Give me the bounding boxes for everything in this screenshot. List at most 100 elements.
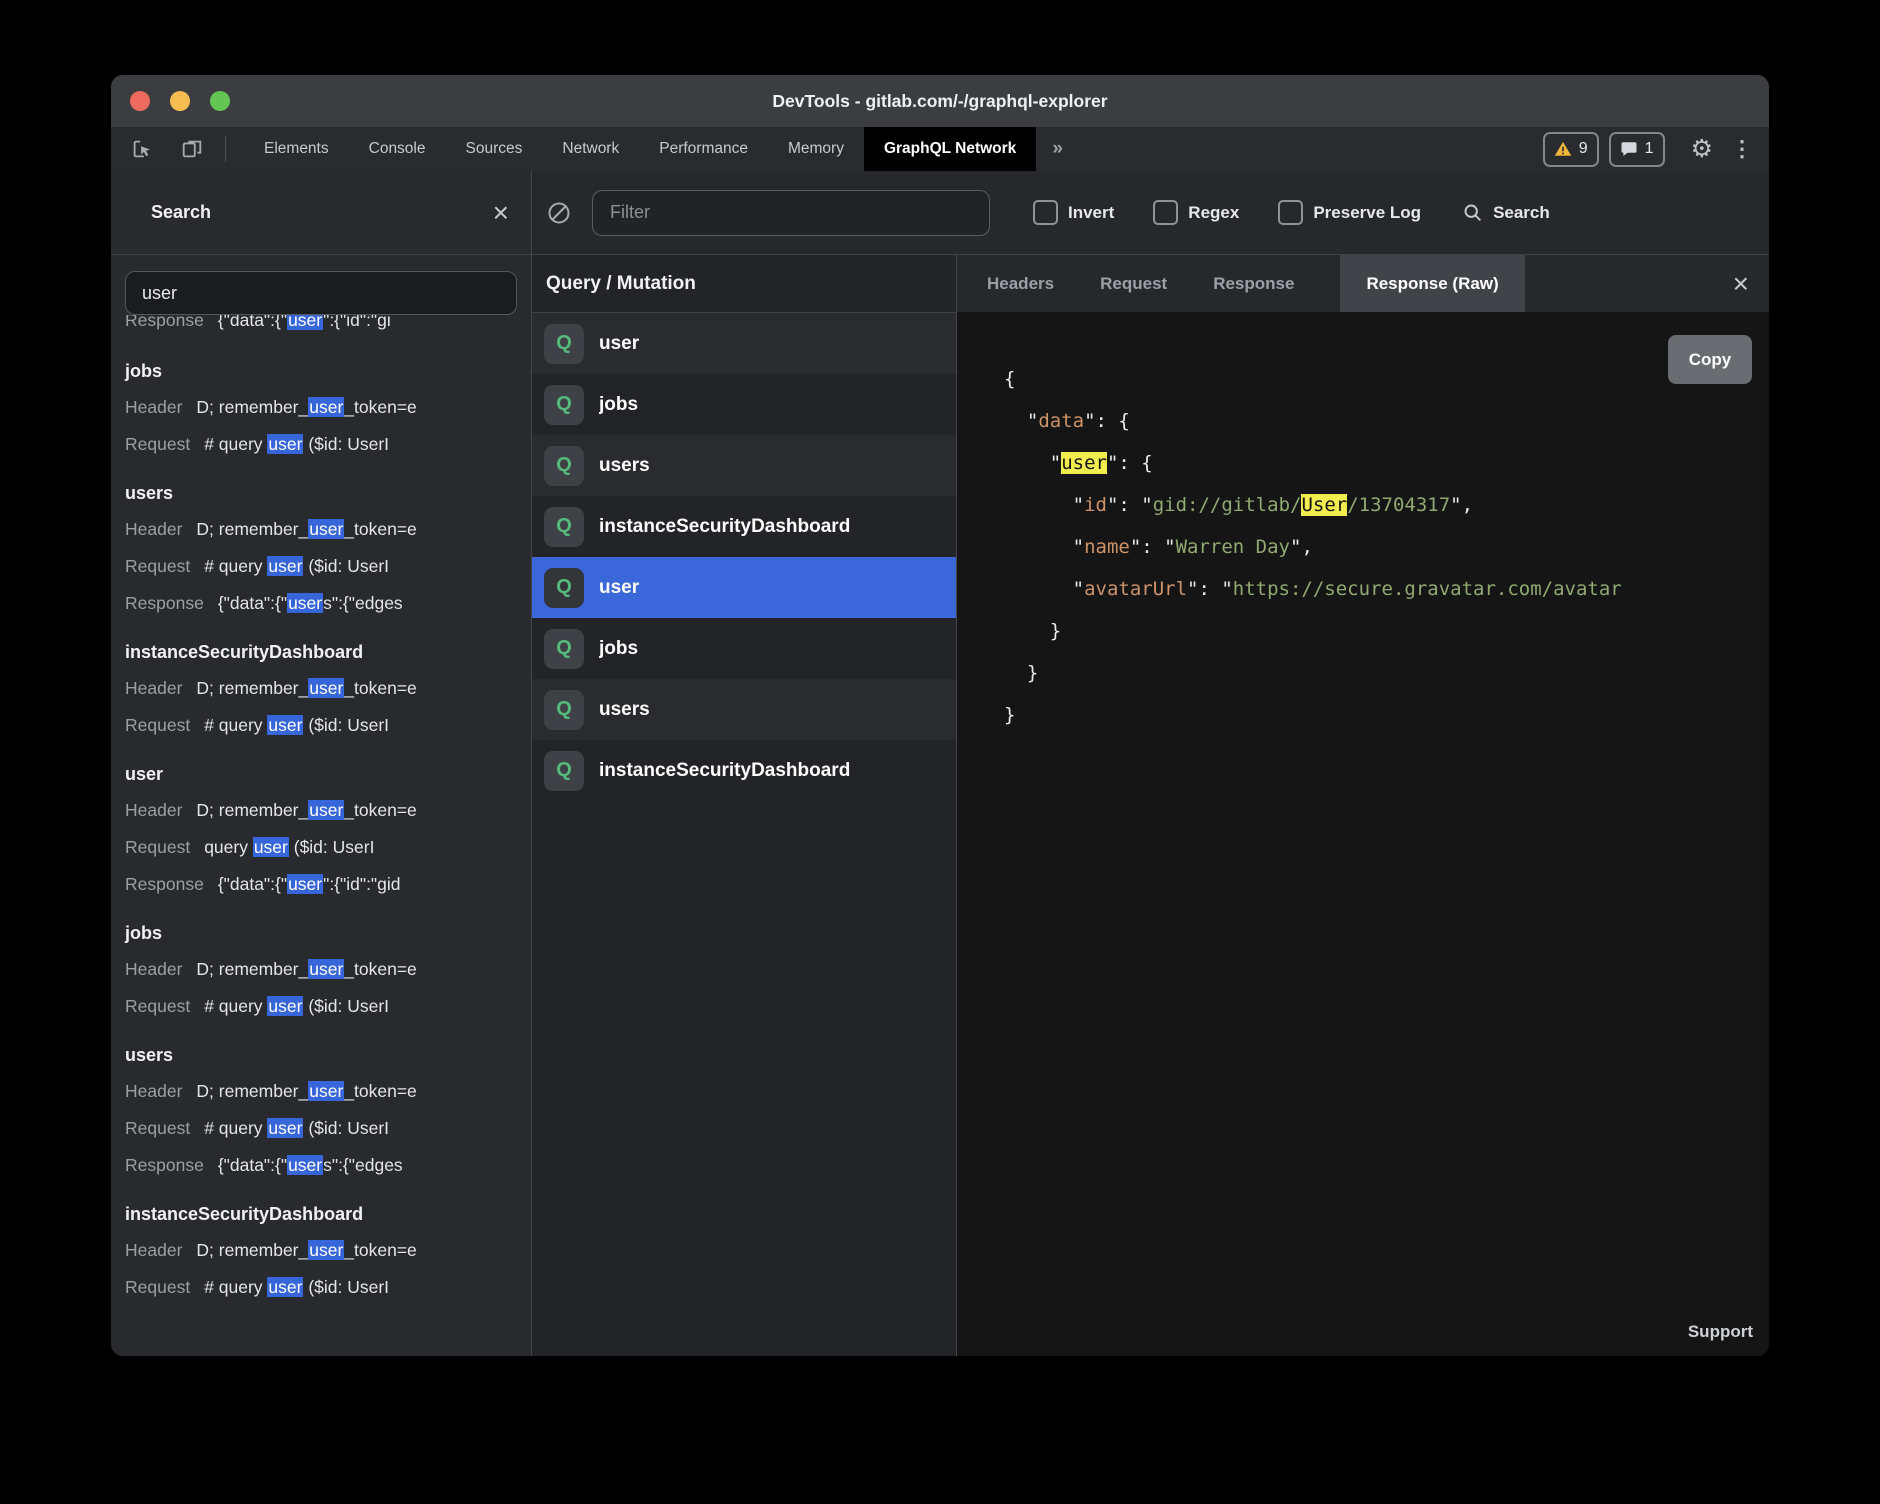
query-row-instancesecuritydashboard[interactable]: QinstanceSecurityDashboard: [532, 496, 956, 557]
result-section-title[interactable]: user: [125, 756, 531, 792]
issues-badge[interactable]: 9: [1543, 132, 1599, 167]
json-token: ",: [1450, 494, 1473, 516]
query-row-jobs[interactable]: Qjobs: [532, 618, 956, 679]
detail-tab-request[interactable]: Request: [1100, 255, 1167, 312]
close-button[interactable]: [130, 91, 150, 111]
result-line[interactable]: Request# query user ($id: UserI: [125, 1110, 531, 1147]
search-input-wrap: [125, 271, 517, 315]
inspect-element-icon[interactable]: [129, 136, 155, 162]
query-row-label: jobs: [599, 394, 638, 416]
result-line[interactable]: Response{"data":{"users":{"edges: [125, 585, 531, 622]
more-tabs-chevron[interactable]: »: [1036, 138, 1079, 160]
result-line[interactable]: Request# query user ($id: UserI: [125, 548, 531, 585]
result-line-label: Response: [125, 874, 204, 894]
result-section-title[interactable]: users: [125, 1037, 531, 1073]
query-row-user[interactable]: Quser: [532, 557, 956, 618]
match-highlight: user: [308, 1081, 344, 1101]
support-link[interactable]: Support: [1688, 1322, 1753, 1342]
query-row-jobs[interactable]: Qjobs: [532, 374, 956, 435]
detail-tab-response-raw[interactable]: Response (Raw): [1340, 255, 1524, 312]
result-line[interactable]: HeaderD; remember_user_token=e: [125, 951, 531, 988]
filter-option-invert[interactable]: Invert: [1033, 200, 1114, 225]
preserve-log-label: Preserve Log: [1313, 203, 1421, 223]
tab-sources[interactable]: Sources: [446, 127, 543, 171]
device-toolbar-icon[interactable]: [179, 136, 205, 162]
zoom-button[interactable]: [210, 91, 230, 111]
detail-tab-response[interactable]: Response: [1213, 255, 1294, 312]
preserve-log-checkbox[interactable]: [1278, 200, 1303, 225]
query-type-badge: Q: [544, 385, 584, 425]
result-line[interactable]: HeaderD; remember_user_token=e: [125, 670, 531, 707]
result-line[interactable]: HeaderD; remember_user_token=e: [125, 389, 531, 426]
match-highlight: user: [308, 519, 344, 539]
detail-tabs: Headers Request Response Response (Raw) ×: [957, 255, 1769, 312]
query-row-label: instanceSecurityDashboard: [599, 516, 850, 538]
json-token: {: [1004, 368, 1015, 390]
result-line[interactable]: Response{"data":{"user":{"id":"gid: [125, 866, 531, 903]
result-line-label: Request: [125, 837, 190, 857]
result-line[interactable]: Response{"data":{"users":{"edges: [125, 1147, 531, 1184]
result-line[interactable]: HeaderD; remember_user_token=e: [125, 1232, 531, 1269]
tab-console[interactable]: Console: [349, 127, 446, 171]
match-highlight: user: [308, 678, 344, 698]
query-row-user[interactable]: Quser: [532, 313, 956, 374]
result-line[interactable]: Request# query user ($id: UserI: [125, 707, 531, 744]
result-line[interactable]: Request# query user ($id: UserI: [125, 1269, 531, 1306]
search-input[interactable]: [125, 271, 517, 315]
regex-checkbox[interactable]: [1153, 200, 1178, 225]
clear-log-icon[interactable]: [546, 200, 572, 226]
toolbar-search-button[interactable]: Search: [1462, 202, 1550, 223]
search-results: Response{"data":{"user":{"id":"gijobsHea…: [111, 315, 531, 1356]
result-section-title[interactable]: instanceSecurityDashboard: [125, 634, 531, 670]
result-line-label: Request: [125, 715, 190, 735]
desktop-background: DevTools - gitlab.com/-/graphql-explorer…: [0, 0, 1880, 1504]
json-line: "avatarUrl": "https://secure.gravatar.co…: [1004, 568, 1769, 610]
tab-elements[interactable]: Elements: [244, 127, 349, 171]
result-section-title[interactable]: instanceSecurityDashboard: [125, 1196, 531, 1232]
result-line[interactable]: Response{"data":{"user":{"id":"gi: [125, 315, 531, 339]
tab-network[interactable]: Network: [542, 127, 639, 171]
tab-performance[interactable]: Performance: [639, 127, 768, 171]
regex-label: Regex: [1188, 203, 1239, 223]
json-token: ": ": [1130, 536, 1176, 558]
settings-gear-icon[interactable]: ⚙: [1691, 137, 1713, 162]
query-list: QuserQjobsQusersQinstanceSecurityDashboa…: [532, 313, 956, 801]
json-token: id: [1084, 494, 1107, 516]
messages-badge[interactable]: 1: [1609, 132, 1665, 167]
tab-memory[interactable]: Memory: [768, 127, 864, 171]
query-row-instancesecuritydashboard[interactable]: QinstanceSecurityDashboard: [532, 740, 956, 801]
query-type-badge: Q: [544, 690, 584, 730]
match-highlight: user: [308, 959, 344, 979]
query-row-users[interactable]: Qusers: [532, 679, 956, 740]
result-line-label: Response: [125, 593, 204, 613]
result-section-title[interactable]: jobs: [125, 915, 531, 951]
toolbar-divider: [225, 136, 226, 162]
invert-checkbox[interactable]: [1033, 200, 1058, 225]
detail-tab-headers[interactable]: Headers: [987, 255, 1054, 312]
result-section-title[interactable]: users: [125, 475, 531, 511]
result-line[interactable]: Request# query user ($id: UserI: [125, 426, 531, 463]
kebab-menu-icon[interactable]: ⋮: [1731, 138, 1753, 160]
minimize-button[interactable]: [170, 91, 190, 111]
filter-option-regex[interactable]: Regex: [1153, 200, 1239, 225]
json-token: ": {: [1084, 410, 1130, 432]
json-token: ": {: [1107, 452, 1153, 474]
json-token: ": [1004, 452, 1061, 474]
filter-option-preserve-log[interactable]: Preserve Log: [1278, 200, 1421, 225]
query-row-label: users: [599, 455, 650, 477]
result-line[interactable]: HeaderD; remember_user_token=e: [125, 511, 531, 548]
filter-input[interactable]: [592, 190, 990, 236]
result-line-label: Header: [125, 959, 182, 979]
detail-close-icon[interactable]: ×: [1733, 270, 1749, 298]
result-line[interactable]: HeaderD; remember_user_token=e: [125, 1073, 531, 1110]
result-section-title[interactable]: jobs: [125, 353, 531, 389]
query-row-label: instanceSecurityDashboard: [599, 760, 850, 782]
query-row-users[interactable]: Qusers: [532, 435, 956, 496]
result-line-label: Request: [125, 1277, 190, 1297]
result-line[interactable]: HeaderD; remember_user_token=e: [125, 792, 531, 829]
tab-graphql-network[interactable]: GraphQL Network: [864, 127, 1036, 171]
toolbar-search-label: Search: [1493, 203, 1550, 223]
search-close-icon[interactable]: ×: [493, 199, 509, 227]
result-line[interactable]: Request# query user ($id: UserI: [125, 988, 531, 1025]
result-line[interactable]: Requestquery user ($id: UserI: [125, 829, 531, 866]
